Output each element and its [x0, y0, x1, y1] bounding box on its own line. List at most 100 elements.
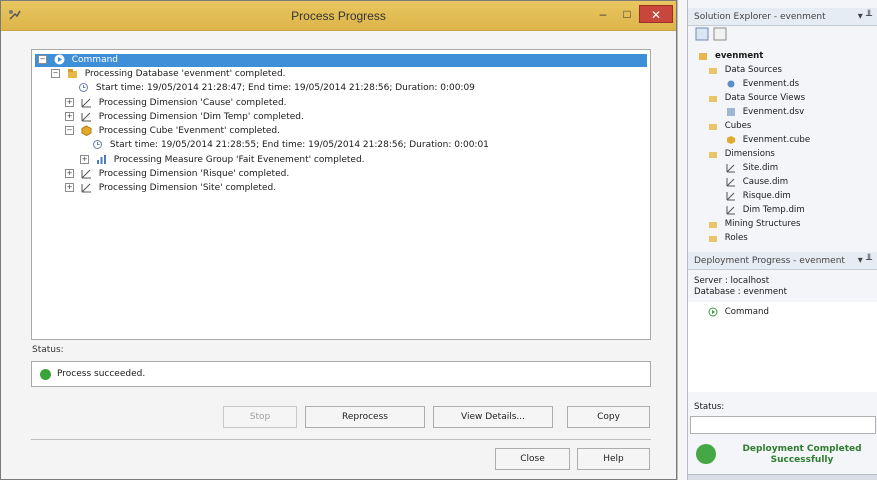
tree-row-start-time[interactable]: Start time: 19/05/2014 21:28:47; End tim…: [78, 82, 475, 95]
se-item-label: Risque.dim: [742, 191, 791, 201]
background-scrollbar[interactable]: [677, 0, 687, 480]
deployment-progress-title-text: Deployment Progress - evenment: [694, 256, 845, 266]
tree-row-label: Processing Dimension 'Cause' completed.: [98, 98, 287, 108]
solution-explorer-title: Solution Explorer - evenment ▾ ╨: [688, 8, 877, 26]
se-item-project[interactable]: evenment: [698, 50, 763, 63]
database-label: Database : evenment: [694, 287, 787, 297]
deployment-result-line1: Deployment Completed: [742, 444, 862, 454]
tree-row-label: Processing Measure Group 'Fait Evenement…: [113, 155, 365, 165]
se-item-site-dim[interactable]: Site.dim: [726, 162, 778, 175]
maximize-button[interactable]: □: [617, 5, 637, 23]
se-item-label: Data Sources: [724, 65, 782, 75]
data-source-icon: [727, 80, 735, 87]
se-item-evenment-ds[interactable]: Evenment.ds: [726, 78, 799, 91]
se-item-dim-temp-dim[interactable]: Dim Temp.dim: [726, 204, 805, 217]
tree-row-label: Start time: 19/05/2014 21:28:55; End tim…: [109, 140, 489, 150]
collapse-icon[interactable]: −: [65, 126, 74, 135]
solution-explorer-toolbar[interactable]: [694, 26, 730, 44]
dimension-icon: [81, 169, 91, 179]
folder-icon: [709, 67, 717, 74]
minimize-button[interactable]: –: [593, 5, 613, 23]
success-check-icon: [696, 444, 716, 464]
dialog-title-bar[interactable]: Process Progress – □ ✕: [1, 1, 676, 31]
se-item-cubes[interactable]: Cubes: [708, 120, 751, 133]
tree-row-label: Processing Dimension 'Site' completed.: [98, 183, 277, 193]
dimension-icon: [726, 177, 735, 186]
tree-row-cube-start-time[interactable]: Start time: 19/05/2014 21:28:55; End tim…: [92, 139, 489, 152]
se-item-label: Mining Structures: [724, 219, 801, 229]
folder-icon: [709, 221, 717, 228]
tree-row-database[interactable]: − Processing Database 'evenment' complet…: [51, 68, 286, 81]
deployment-result-line2: Successfully: [770, 455, 834, 465]
success-check-icon: [40, 369, 51, 380]
expand-icon[interactable]: +: [65, 183, 74, 192]
se-item-label: Evenment.cube: [742, 135, 811, 145]
project-icon: [699, 52, 707, 60]
dimension-icon: [81, 183, 91, 193]
expand-icon[interactable]: +: [80, 155, 89, 164]
tree-row-label: Command: [71, 55, 119, 65]
se-item-evenment-dsv[interactable]: Evenment.dsv: [726, 106, 804, 119]
button-separator: [31, 439, 651, 440]
deployment-info: Server : localhost Database : evenment: [694, 276, 787, 298]
collapse-icon[interactable]: −: [38, 55, 47, 64]
expand-icon[interactable]: +: [65, 98, 74, 107]
folder-icon: [709, 123, 717, 130]
expand-icon[interactable]: +: [65, 169, 74, 178]
command-run-icon: [708, 307, 718, 316]
tree-row-dimension-cause[interactable]: + Processing Dimension 'Cause' completed…: [65, 97, 287, 110]
dimension-icon: [81, 112, 91, 122]
tree-row-label: Processing Cube 'Evenment' completed.: [98, 126, 280, 136]
tree-row-cube[interactable]: − Processing Cube 'Evenment' completed.: [65, 125, 280, 138]
status-box: Process succeeded.: [31, 361, 651, 387]
deployment-tree[interactable]: Command: [688, 302, 877, 392]
view-details-button[interactable]: View Details...: [433, 406, 553, 428]
data-source-view-icon: [727, 107, 735, 116]
se-item-risque-dim[interactable]: Risque.dim: [726, 190, 791, 203]
se-item-label: Evenment.dsv: [742, 107, 805, 117]
se-item-label: Site.dim: [742, 163, 779, 173]
tree-row-dimension-risque[interactable]: + Processing Dimension 'Risque' complete…: [65, 168, 289, 181]
close-button[interactable]: Close: [495, 448, 570, 470]
process-progress-dialog: Process Progress – □ ✕ − Command − Proce…: [0, 0, 677, 480]
reprocess-button[interactable]: Reprocess: [305, 406, 425, 428]
se-item-roles[interactable]: Roles: [708, 232, 748, 245]
se-item-data-sources[interactable]: Data Sources: [708, 64, 782, 77]
tree-row-label: Processing Dimension 'Risque' completed.: [98, 169, 290, 179]
tree-row-dimension-dim-temp[interactable]: + Processing Dimension 'Dim Temp' comple…: [65, 111, 304, 124]
se-item-dimensions[interactable]: Dimensions: [708, 148, 775, 161]
se-item-label: Data Source Views: [724, 93, 806, 103]
progress-tree[interactable]: − Command − Processing Database 'evenmen…: [31, 49, 651, 340]
stop-button[interactable]: Stop: [223, 406, 297, 428]
status-message: Process succeeded.: [57, 369, 146, 379]
pin-icon[interactable]: ▾ ╨: [858, 252, 872, 270]
deployment-status-box: [690, 416, 876, 434]
command-run-icon: [54, 54, 65, 65]
deployment-command-row[interactable]: Command: [708, 306, 769, 319]
tree-row-dimension-site[interactable]: + Processing Dimension 'Site' completed.: [65, 182, 276, 195]
solution-explorer-tree[interactable]: evenment Data Sources Evenment.ds Data S…: [692, 48, 876, 248]
cube-icon: [727, 135, 735, 144]
help-button[interactable]: Help: [577, 448, 650, 470]
se-item-data-source-views[interactable]: Data Source Views: [708, 92, 805, 105]
se-item-mining-structures[interactable]: Mining Structures: [708, 218, 800, 231]
dialog-title: Process Progress: [291, 9, 386, 23]
tree-row-command[interactable]: − Command: [35, 54, 647, 67]
expand-icon[interactable]: +: [65, 112, 74, 121]
deployment-command-label: Command: [724, 307, 769, 317]
se-item-evenment-cube[interactable]: Evenment.cube: [726, 134, 810, 147]
close-window-button[interactable]: ✕: [639, 5, 673, 23]
collapse-icon[interactable]: −: [51, 69, 60, 78]
folder-icon: [709, 151, 717, 158]
se-item-cause-dim[interactable]: Cause.dim: [726, 176, 788, 189]
dimension-icon: [81, 98, 91, 108]
deployment-result: Deployment Completed Successfully: [728, 444, 876, 466]
pin-icon[interactable]: ▾ ╨: [858, 8, 872, 26]
bottom-tab-strip[interactable]: [688, 474, 877, 480]
deployment-status-label: Status:: [694, 402, 725, 412]
right-panels: Solution Explorer - evenment ▾ ╨ evenmen…: [687, 0, 877, 480]
se-item-label: Roles: [724, 233, 748, 243]
copy-button[interactable]: Copy: [567, 406, 650, 428]
tree-row-measure-group[interactable]: + Processing Measure Group 'Fait Eveneme…: [80, 154, 365, 167]
se-item-label: Evenment.ds: [742, 79, 800, 89]
